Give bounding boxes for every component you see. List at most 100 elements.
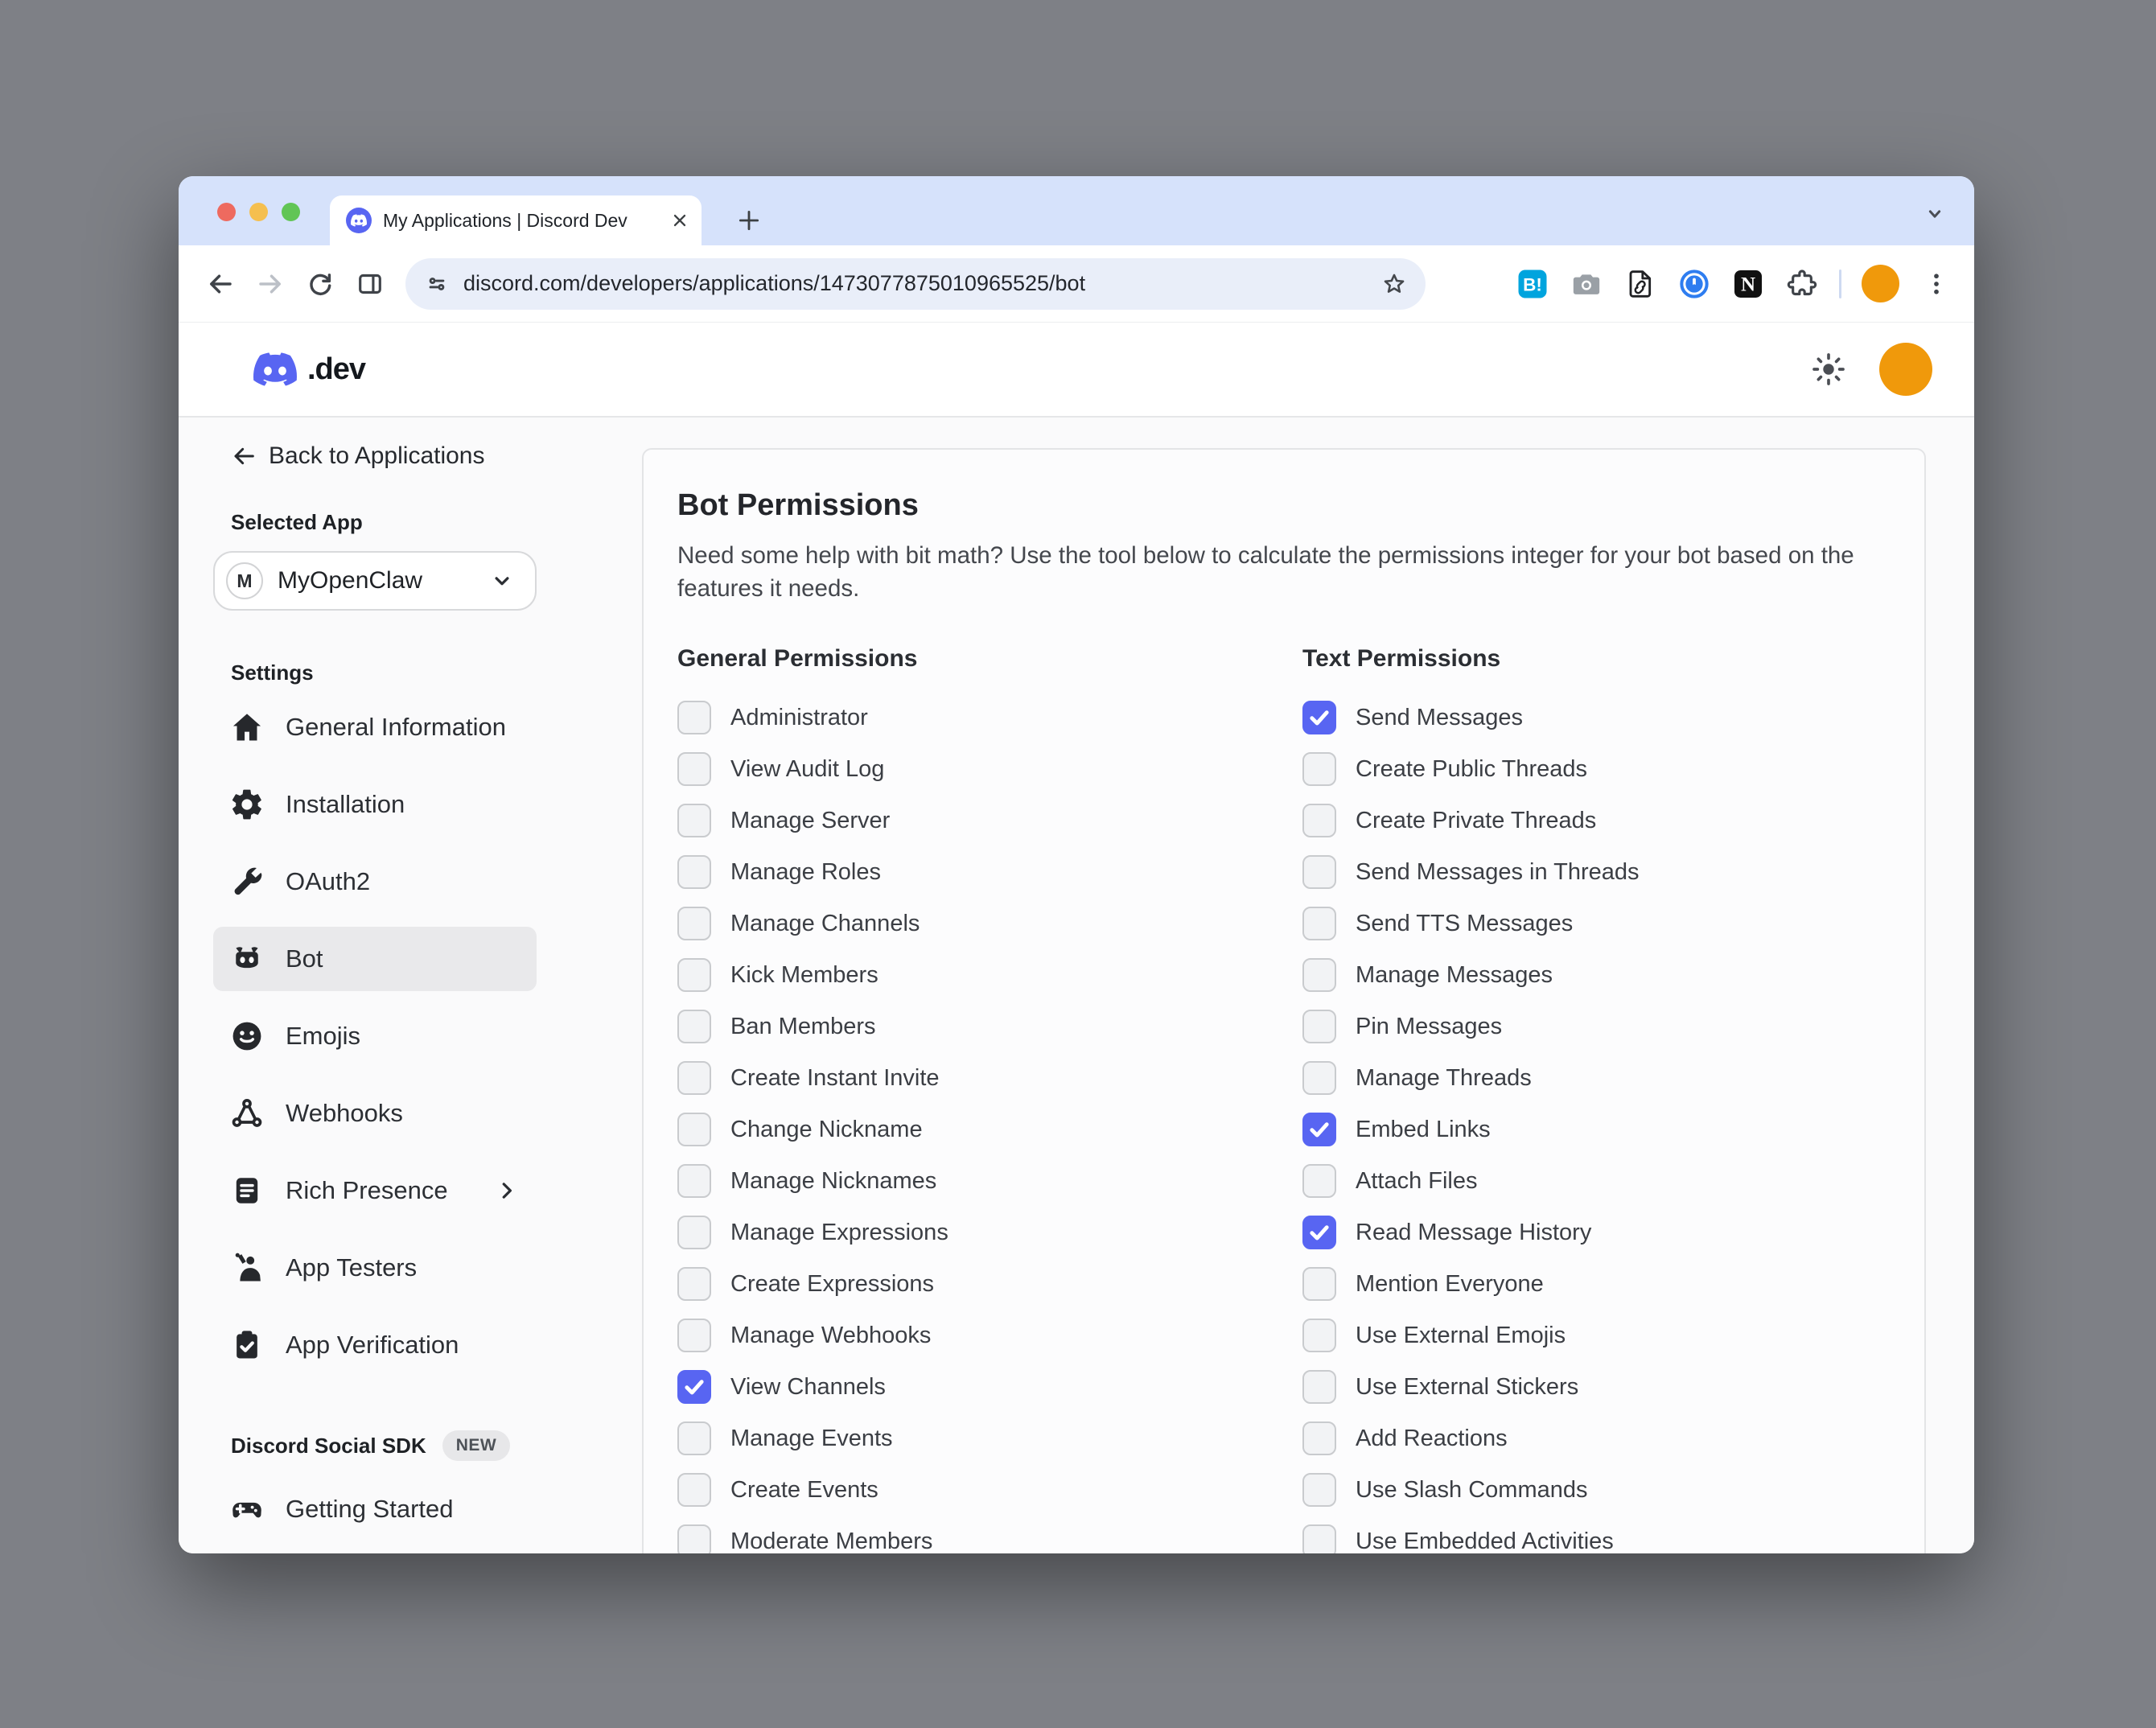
checkbox-manage-channels[interactable] xyxy=(677,907,711,940)
url-text[interactable]: discord.com/developers/applications/1473… xyxy=(463,271,1368,296)
settings-nav: General Information Installation OAuth2 Bot… xyxy=(213,695,642,1377)
screenshot-camera-extension-icon[interactable] xyxy=(1570,267,1603,301)
notion-extension-icon[interactable]: N xyxy=(1731,267,1765,301)
hatena-bookmark-extension-icon[interactable]: B! xyxy=(1516,267,1549,301)
permission-row-ban-members: Ban Members xyxy=(677,1001,1302,1052)
checkbox-manage-nicknames[interactable] xyxy=(677,1164,711,1198)
checkbox-administrator[interactable] xyxy=(677,701,711,734)
checkbox-manage-roles[interactable] xyxy=(677,855,711,889)
page-description: Need some help with bit math? Use the to… xyxy=(677,539,1872,605)
back-button[interactable] xyxy=(200,263,241,305)
close-window-button[interactable] xyxy=(217,203,236,221)
checkbox-create-public-threads[interactable] xyxy=(1302,752,1336,786)
app-selector-dropdown[interactable]: M MyOpenClaw xyxy=(213,551,537,611)
reload-button[interactable] xyxy=(299,263,341,305)
browser-tab[interactable]: My Applications | Discord Dev xyxy=(330,195,702,245)
checkbox-kick-members[interactable] xyxy=(677,958,711,992)
checkbox-use-external-emojis[interactable] xyxy=(1302,1319,1336,1352)
checkbox-moderate-members[interactable] xyxy=(677,1524,711,1553)
checkbox-use-slash-commands[interactable] xyxy=(1302,1473,1336,1507)
checkbox-manage-messages[interactable] xyxy=(1302,958,1336,992)
bot-icon xyxy=(229,941,265,977)
window-controls xyxy=(217,203,300,221)
tab-search-chevron-icon[interactable] xyxy=(1923,202,1947,226)
permission-row-send-messages-in-threads: Send Messages in Threads xyxy=(1302,846,1891,898)
sidebar-item-emojis[interactable]: Emojis xyxy=(213,1004,537,1068)
person-raising-hand-icon xyxy=(229,1250,265,1286)
checkbox-manage-threads[interactable] xyxy=(1302,1061,1336,1095)
address-bar[interactable]: discord.com/developers/applications/1473… xyxy=(405,258,1426,310)
tab-close-icon[interactable] xyxy=(669,210,690,231)
permission-row-add-reactions: Add Reactions xyxy=(1302,1413,1891,1464)
checkbox-mention-everyone[interactable] xyxy=(1302,1267,1336,1301)
sidebar-item-app-testers[interactable]: App Testers xyxy=(213,1236,537,1300)
permission-row-create-events: Create Events xyxy=(677,1464,1302,1516)
browser-profile-avatar[interactable] xyxy=(1862,265,1899,302)
forward-button[interactable] xyxy=(249,263,291,305)
wrench-icon xyxy=(229,864,265,899)
checkbox-send-messages-in-threads[interactable] xyxy=(1302,855,1336,889)
checkbox-attach-files[interactable] xyxy=(1302,1164,1336,1198)
new-tab-button[interactable] xyxy=(735,207,763,234)
sidebar-item-rich-presence[interactable]: Rich Presence xyxy=(213,1158,537,1223)
document-link-extension-icon[interactable] xyxy=(1623,267,1657,301)
sidebar-item-oauth2[interactable]: OAuth2 xyxy=(213,850,537,914)
sidebar-item-app-verification[interactable]: App Verification xyxy=(213,1313,537,1377)
checkbox-manage-events[interactable] xyxy=(677,1421,711,1455)
checkbox-create-events[interactable] xyxy=(677,1473,711,1507)
checkbox-create-expressions[interactable] xyxy=(677,1267,711,1301)
sidebar-item-webhooks[interactable]: Webhooks xyxy=(213,1081,537,1146)
checkbox-read-message-history[interactable] xyxy=(1302,1216,1336,1249)
permission-row-attach-files: Attach Files xyxy=(1302,1155,1891,1207)
checkbox-view-audit-log[interactable] xyxy=(677,752,711,786)
tab-title: My Applications | Discord Dev xyxy=(383,210,658,232)
bookmark-star-icon[interactable] xyxy=(1380,270,1408,298)
zoom-window-button[interactable] xyxy=(282,203,300,221)
side-panel-button[interactable] xyxy=(349,263,391,305)
1password-extension-icon[interactable] xyxy=(1677,267,1711,301)
permission-row-kick-members: Kick Members xyxy=(677,949,1302,1001)
permission-row-change-nickname: Change Nickname xyxy=(677,1104,1302,1155)
light-mode-sun-icon[interactable] xyxy=(1810,351,1847,388)
checkbox-use-external-stickers[interactable] xyxy=(1302,1370,1336,1404)
sidebar-item-installation[interactable]: Installation xyxy=(213,772,537,837)
discord-logo-icon xyxy=(246,348,304,391)
checkbox-embed-links[interactable] xyxy=(1302,1113,1336,1146)
permission-row-mention-everyone: Mention Everyone xyxy=(1302,1258,1891,1310)
permissions-columns: General Permissions AdministratorView Au… xyxy=(677,645,1891,1553)
back-to-applications-link[interactable]: Back to Applications xyxy=(231,442,485,470)
checkbox-change-nickname[interactable] xyxy=(677,1113,711,1146)
document-icon xyxy=(229,1173,265,1208)
page-title: Bot Permissions xyxy=(677,488,1891,523)
checkbox-manage-server[interactable] xyxy=(677,804,711,837)
checkbox-create-instant-invite[interactable] xyxy=(677,1061,711,1095)
checkbox-use-embedded-activities[interactable] xyxy=(1302,1524,1336,1553)
checkbox-send-messages[interactable] xyxy=(1302,701,1336,734)
discord-dev-logo[interactable]: .dev xyxy=(246,348,365,391)
checkbox-pin-messages[interactable] xyxy=(1302,1010,1336,1043)
sdk-section-title: Discord Social SDK xyxy=(231,1434,426,1459)
checkbox-manage-expressions[interactable] xyxy=(677,1216,711,1249)
chevron-right-icon xyxy=(495,1179,519,1203)
checkbox-send-tts-messages[interactable] xyxy=(1302,907,1336,940)
checkbox-manage-webhooks[interactable] xyxy=(677,1319,711,1352)
permission-row-manage-server: Manage Server xyxy=(677,795,1302,846)
logo-dev-suffix: .dev xyxy=(307,352,365,387)
app-avatar: M xyxy=(226,562,263,599)
sidebar-item-bot[interactable]: Bot xyxy=(213,927,537,991)
browser-menu-icon[interactable] xyxy=(1919,267,1953,301)
puzzle-extensions-icon[interactable] xyxy=(1785,267,1819,301)
sidebar-item-general-information[interactable]: General Information xyxy=(213,695,537,759)
permission-row-manage-nicknames: Manage Nicknames xyxy=(677,1155,1302,1207)
checkbox-view-channels[interactable] xyxy=(677,1370,711,1404)
site-settings-icon[interactable] xyxy=(423,270,451,298)
user-avatar[interactable] xyxy=(1879,343,1932,396)
checkbox-add-reactions[interactable] xyxy=(1302,1421,1336,1455)
general-permissions-column: General Permissions AdministratorView Au… xyxy=(677,645,1302,1553)
home-icon xyxy=(229,710,265,745)
checkbox-create-private-threads[interactable] xyxy=(1302,804,1336,837)
minimize-window-button[interactable] xyxy=(249,203,268,221)
permission-row-use-external-emojis: Use External Emojis xyxy=(1302,1310,1891,1361)
sidebar-item-getting-started[interactable]: Getting Started xyxy=(213,1477,537,1541)
checkbox-ban-members[interactable] xyxy=(677,1010,711,1043)
